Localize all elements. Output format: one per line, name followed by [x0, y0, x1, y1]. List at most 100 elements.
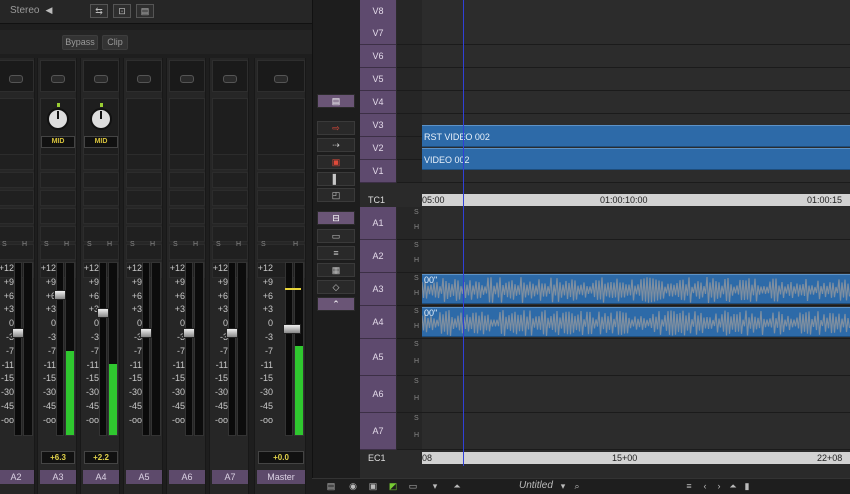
effect-slot[interactable]	[257, 208, 305, 224]
mixer-mode-icon[interactable]: ▤	[136, 4, 154, 18]
lift-icon[interactable]: ⇨	[317, 121, 355, 135]
effect-slot[interactable]	[126, 208, 162, 224]
fader-track[interactable]	[99, 262, 107, 436]
video-track-area[interactable]	[422, 68, 850, 91]
mute-button[interactable]: H	[414, 358, 419, 365]
effect-slot[interactable]	[0, 226, 34, 242]
solo-button[interactable]: S	[414, 378, 419, 385]
solo-button[interactable]: S	[216, 241, 221, 248]
video-track-header-v6[interactable]: V6	[360, 45, 396, 68]
effect-slot[interactable]	[257, 226, 305, 242]
effect-slot[interactable]	[83, 172, 119, 188]
effect-slot[interactable]	[0, 190, 34, 206]
effect-slot[interactable]	[0, 154, 34, 170]
audio-track-header-a4[interactable]: A4	[360, 306, 396, 339]
effect-slot[interactable]	[126, 154, 162, 170]
extract-icon[interactable]: ◰	[317, 188, 355, 202]
menu-icon[interactable]: ≡	[682, 481, 696, 492]
video-track-area[interactable]	[422, 0, 850, 23]
link-toggle-icon[interactable]	[180, 75, 194, 83]
effect-slot[interactable]	[169, 172, 205, 188]
volume-fader[interactable]	[12, 328, 24, 338]
solo-button[interactable]: S	[414, 209, 419, 216]
clip-v2[interactable]: VIDEO 002	[422, 148, 850, 170]
mute-button[interactable]: H	[293, 241, 298, 248]
effect-slot[interactable]	[83, 154, 119, 170]
strip-name[interactable]: A6	[169, 470, 205, 484]
video-track-header-v8[interactable]: V8	[360, 0, 396, 23]
playhead[interactable]	[463, 0, 464, 466]
timecode-ruler[interactable]: 05:00 01:00:10:00 01:00:15	[422, 194, 850, 206]
effect-slot[interactable]	[257, 172, 305, 188]
effect-slot[interactable]	[0, 172, 34, 188]
video-track-header-v4[interactable]: V4	[360, 91, 396, 114]
strip-name[interactable]: A7	[212, 470, 248, 484]
video-track-header-v2[interactable]: V2	[360, 137, 396, 160]
solo-button[interactable]: S	[2, 241, 7, 248]
audio-track-header-a6[interactable]: A6	[360, 376, 396, 413]
dropdown-icon[interactable]: ▾	[428, 481, 442, 492]
mute-button[interactable]: H	[64, 241, 69, 248]
mute-button[interactable]: H	[150, 241, 155, 248]
strip-name[interactable]: A3	[40, 470, 76, 484]
video-track-header-v1[interactable]: V1	[360, 160, 396, 183]
effect-slot[interactable]	[83, 190, 119, 206]
timeline-menu-icon[interactable]: ▤	[324, 481, 338, 492]
fader-track[interactable]	[14, 262, 22, 436]
video-track-header-v3[interactable]: V3	[360, 114, 396, 137]
link-toggle-icon[interactable]	[51, 75, 65, 83]
mute-button[interactable]: H	[107, 241, 112, 248]
audio-track-area[interactable]	[422, 207, 850, 240]
filmstrip-icon[interactable]: ▦	[317, 263, 355, 277]
clip-a3[interactable]: 00"	[422, 274, 850, 304]
mute-button[interactable]: H	[414, 257, 419, 264]
effect-slot[interactable]	[40, 226, 76, 242]
mute-button[interactable]: H	[414, 224, 419, 231]
speaker-icon[interactable]: ◀	[40, 4, 58, 18]
volume-fader[interactable]	[97, 308, 109, 318]
effect-slot[interactable]	[40, 208, 76, 224]
track-view-icon[interactable]: ▣	[366, 481, 380, 492]
prev-icon[interactable]: ‹	[698, 481, 712, 492]
effect-slot[interactable]	[40, 190, 76, 206]
clip-a4[interactable]: 00"	[422, 307, 850, 337]
video-track-area[interactable]	[422, 22, 850, 45]
edgecode-ruler[interactable]: 08 15+00 22+08	[422, 452, 850, 464]
effect-slot[interactable]	[169, 208, 205, 224]
link-toggle-icon[interactable]	[94, 75, 108, 83]
fader-track[interactable]	[185, 262, 193, 436]
solo-button[interactable]: S	[44, 241, 49, 248]
scroll-up-icon[interactable]: ⏶	[726, 481, 740, 492]
clip-button[interactable]: Clip	[102, 35, 128, 50]
volume-readout[interactable]: +6.3	[41, 451, 75, 464]
volume-fader[interactable]	[54, 290, 66, 300]
effect-slot[interactable]	[212, 154, 248, 170]
solo-button[interactable]: S	[173, 241, 178, 248]
volume-fader[interactable]	[183, 328, 195, 338]
solo-button[interactable]: S	[414, 308, 419, 315]
effect-slot[interactable]	[83, 226, 119, 242]
mute-button[interactable]: H	[22, 241, 27, 248]
effect-slot[interactable]	[40, 154, 76, 170]
effect-slot[interactable]	[40, 172, 76, 188]
clip-color-icon[interactable]: ◇	[317, 280, 355, 294]
bypass-icon[interactable]: ⊡	[113, 4, 131, 18]
search-icon[interactable]: ⌕	[570, 481, 584, 492]
effect-slot[interactable]	[169, 154, 205, 170]
strip-name[interactable]: A2	[0, 470, 34, 484]
fader-track[interactable]	[56, 262, 64, 436]
audio-track-header-a2[interactable]: A2	[360, 240, 396, 273]
video-track-area[interactable]	[422, 45, 850, 68]
link-toggle-icon[interactable]	[274, 75, 288, 83]
monitor-icon[interactable]: ▭	[406, 481, 420, 492]
video-track-header-v7[interactable]: V7	[360, 22, 396, 45]
mark-in-icon[interactable]: ▌	[317, 172, 355, 186]
link-toggle-icon[interactable]	[137, 75, 151, 83]
overwrite-icon[interactable]: ⇢	[317, 138, 355, 152]
fader-track[interactable]	[142, 262, 150, 436]
effect-slot[interactable]	[126, 190, 162, 206]
video-track-area[interactable]	[422, 91, 850, 114]
link-toggle-icon[interactable]	[9, 75, 23, 83]
collapse-icon[interactable]: ⌃	[317, 297, 355, 311]
video-monitor-icon[interactable]: ◉	[346, 481, 360, 492]
